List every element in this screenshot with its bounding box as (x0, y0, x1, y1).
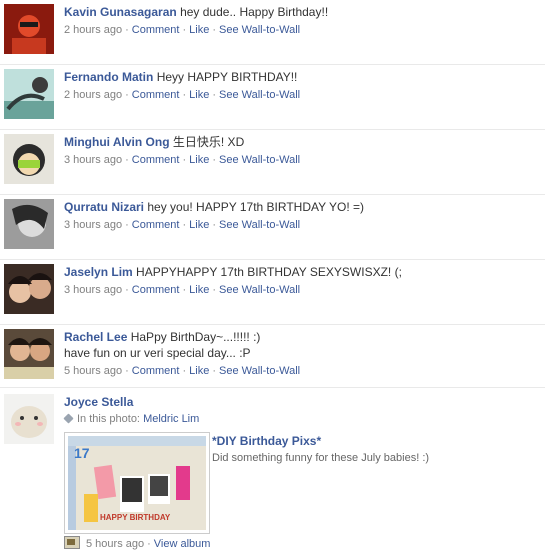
avatar[interactable] (4, 329, 54, 379)
album-description: Did something funny for these July babie… (212, 452, 430, 464)
wall-post: Qurratu Nizari hey you! HAPPY 17th BIRTH… (0, 195, 545, 260)
like-link[interactable]: Like (189, 89, 209, 101)
like-link[interactable]: Like (189, 219, 209, 231)
photo-number-text: 17 (74, 445, 90, 461)
post-timestamp: 3 hours ago (64, 154, 123, 166)
photo-caption-text: HAPPY BIRTHDAY (100, 513, 171, 522)
post-timestamp: 3 hours ago (64, 284, 123, 296)
post-author-link[interactable]: Rachel Lee (64, 330, 127, 344)
comment-link[interactable]: Comment (132, 154, 180, 166)
avatar[interactable] (4, 394, 54, 444)
photo-tag-line: In this photo: Meldric Lim (63, 411, 539, 427)
comment-link[interactable]: Comment (132, 219, 180, 231)
post-message: HAPPYHAPPY 17th BIRTHDAY SEXYSWISXZ! (; (136, 265, 402, 279)
album-title-link[interactable]: *DIY Birthday Pixs* (212, 434, 532, 448)
post-meta: 2 hours ago · Comment · Like · See Wall-to-Wal… (64, 89, 301, 101)
wall-to-wall-link[interactable]: See Wall-to-Wall (219, 24, 300, 36)
post-meta: 5 hours ago · Comment · Like · See Wall-to-Wal… (64, 365, 301, 377)
post-timestamp: 5 hours ago (86, 538, 145, 550)
album-post-meta: 5 hours ago · View album (64, 536, 210, 550)
post-message: HaPpy BirthDay~...!!!!! :) (130, 330, 261, 344)
photo-album-icon (64, 536, 80, 549)
wall-post: Rachel Lee HaPpy BirthDay~...!!!!! :) ha… (0, 325, 545, 388)
post-meta: 3 hours ago · Comment · Like · See Wall-to-Wal… (64, 219, 301, 231)
wall-to-wall-link[interactable]: See Wall-to-Wall (219, 89, 300, 101)
album-post: Joyce Stella In this photo: Meldric Lim … (0, 390, 545, 558)
post-author-link[interactable]: Kavin Gunasagaran (64, 5, 177, 19)
comment-link[interactable]: Comment (132, 284, 180, 296)
like-link[interactable]: Like (189, 284, 209, 296)
post-message: Heyy HAPPY BIRTHDAY!! (156, 70, 298, 84)
post-timestamp: 5 hours ago (64, 365, 123, 377)
like-link[interactable]: Like (189, 24, 209, 36)
post-author-link[interactable]: Joyce Stella (64, 395, 133, 409)
post-author-link[interactable]: Fernando Matin (64, 70, 153, 84)
wall-to-wall-link[interactable]: See Wall-to-Wall (219, 365, 300, 377)
wall-post: Fernando Matin Heyy HAPPY BIRTHDAY!! 2 h… (0, 65, 545, 130)
avatar[interactable] (4, 264, 54, 314)
post-author-link[interactable]: Qurratu Nizari (64, 200, 144, 214)
post-message: hey dude.. Happy Birthday!! (180, 5, 329, 19)
comment-link[interactable]: Comment (132, 24, 180, 36)
post-author-link[interactable]: Jaselyn Lim (64, 265, 133, 279)
post-meta: 2 hours ago · Comment · Like · See Wall-to-Wal… (64, 24, 301, 36)
post-message: 生日快乐! XD (172, 135, 245, 149)
avatar[interactable] (4, 199, 54, 249)
wall-post: Kavin Gunasagaran hey dude.. Happy Birth… (0, 0, 545, 65)
view-album-link[interactable]: View album (154, 538, 211, 550)
post-timestamp: 2 hours ago (64, 24, 123, 36)
post-author-link[interactable]: Minghui Alvin Ong (64, 135, 170, 149)
comment-link[interactable]: Comment (132, 89, 180, 101)
avatar[interactable] (4, 4, 54, 54)
album-thumbnail[interactable]: 17 HAPPY BIRTHDAY (64, 432, 210, 534)
wall-to-wall-link[interactable]: See Wall-to-Wall (219, 284, 300, 296)
avatar[interactable] (4, 134, 54, 184)
wall-to-wall-link[interactable]: See Wall-to-Wall (219, 219, 300, 231)
avatar[interactable] (4, 69, 54, 119)
post-meta: 3 hours ago · Comment · Like · See Wall-to-Wal… (64, 284, 301, 296)
like-link[interactable]: Like (189, 365, 209, 377)
wall-post: Minghui Alvin Ong 生日快乐! XD 3 hours ago · C… (0, 130, 545, 195)
tagged-person-link[interactable]: Meldric Lim (143, 413, 199, 425)
wall-to-wall-link[interactable]: See Wall-to-Wall (219, 154, 300, 166)
wall-post: Jaselyn Lim HAPPYHAPPY 17th BIRTHDAY SEX… (0, 260, 545, 325)
post-message-line-2: have fun on ur veri special day... :P (64, 346, 251, 360)
comment-link[interactable]: Comment (132, 365, 180, 377)
post-message: hey you! HAPPY 17th BIRTHDAY YO! =) (147, 200, 365, 214)
post-meta: 3 hours ago · Comment · Like · See Wall-to-Wal… (64, 154, 301, 166)
post-timestamp: 3 hours ago (64, 219, 123, 231)
tag-icon (63, 413, 74, 424)
like-link[interactable]: Like (189, 154, 209, 166)
post-timestamp: 2 hours ago (64, 89, 123, 101)
